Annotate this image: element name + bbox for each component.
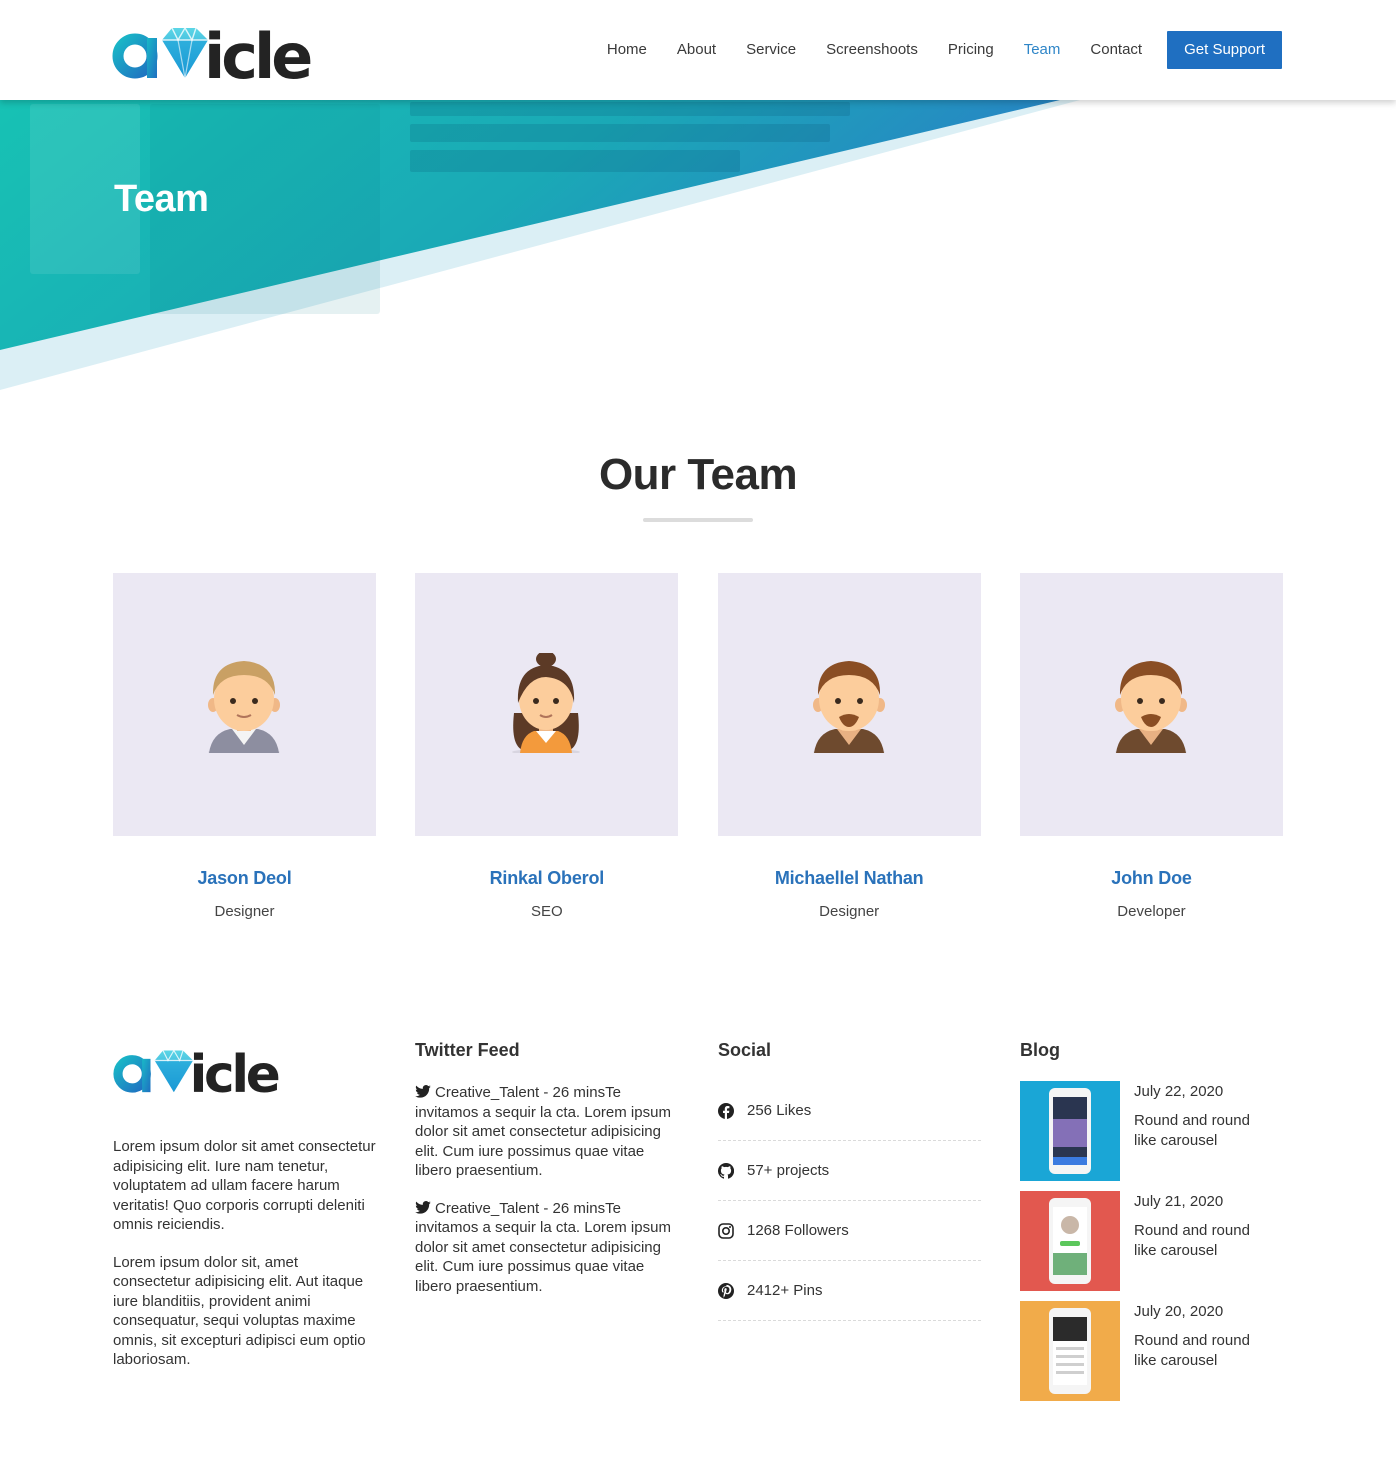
nav-service[interactable]: Service <box>746 31 796 69</box>
social-list: 256 Likes 57+ projects 1268 Followers 24… <box>718 1081 981 1321</box>
blog-title[interactable]: Round and round like carousel <box>1134 1111 1274 1150</box>
member-role: Designer <box>214 903 275 920</box>
social-label: 57+ projects <box>747 1162 830 1179</box>
title-underline <box>643 518 753 522</box>
blog-post[interactable]: July 20, 2020 Round and round like carou… <box>1020 1301 1283 1401</box>
banner-background <box>0 100 1080 390</box>
member-role: Designer <box>819 903 880 920</box>
social-label: 256 Likes <box>747 1102 812 1119</box>
blog-list: July 22, 2020 Round and round like carou… <box>1020 1081 1283 1401</box>
page-banner: Team <box>0 100 1396 400</box>
page-title: Team <box>114 178 209 220</box>
tweet-text: Creative_Talent - 26 minsTe invitamos a … <box>415 1084 671 1179</box>
member-name[interactable]: Rinkal Oberol <box>415 868 678 889</box>
get-support-button[interactable]: Get Support <box>1167 31 1282 69</box>
member-role: Developer <box>1117 903 1186 920</box>
social-item-pinterest[interactable]: 2412+ Pins <box>718 1261 981 1321</box>
blog-thumbnail[interactable] <box>1020 1191 1120 1291</box>
svg-text:icle: icle <box>190 1045 279 1098</box>
blog-date: July 22, 2020 <box>1134 1083 1224 1100</box>
footer-social: Social 256 Likes 57+ projects 1268 Follo… <box>718 1038 981 1321</box>
blog-title[interactable]: Round and round like carousel <box>1134 1331 1274 1370</box>
section-title: Our Team <box>598 450 798 499</box>
man-beard-avatar <box>812 661 885 753</box>
footer-logo[interactable]: icle <box>113 1038 313 1105</box>
footer-twitter: Twitter Feed Creative_Talent - 26 minsTe… <box>415 1038 677 1296</box>
blog-post[interactable]: July 22, 2020 Round and round like carou… <box>1020 1081 1283 1181</box>
github-icon <box>718 1162 734 1179</box>
tweet[interactable]: Creative_Talent - 26 minsTe invitamos a … <box>415 1083 677 1181</box>
man-beard-avatar <box>1114 661 1187 753</box>
social-item-facebook[interactable]: 256 Likes <box>718 1081 981 1141</box>
nav-about[interactable]: About <box>677 31 716 69</box>
team-member-card[interactable]: John Doe Developer <box>1019 573 1283 920</box>
blog-heading: Blog <box>1020 1040 1060 1060</box>
footer-about: icle Lorem ipsum dolor sit amet consecte… <box>113 1038 378 1370</box>
brand-logo[interactable]: icle <box>112 14 352 84</box>
blog-thumbnail[interactable] <box>1020 1081 1120 1181</box>
woman-brunette-avatar <box>512 653 581 753</box>
tweet-text: Creative_Talent - 26 minsTe invitamos a … <box>415 1199 671 1295</box>
member-name[interactable]: Jason Deol <box>113 868 376 889</box>
about-paragraph: Lorem ipsum dolor sit amet consectetur a… <box>113 1138 376 1233</box>
main-nav: Home About Service Screenshoots Pricing … <box>577 31 1282 69</box>
member-photo <box>113 573 376 836</box>
pinterest-icon <box>718 1282 734 1299</box>
blog-thumbnail[interactable] <box>1020 1301 1120 1401</box>
nav-screenshoots[interactable]: Screenshoots <box>826 31 918 69</box>
social-label: 1268 Followers <box>747 1222 849 1239</box>
about-paragraph: Lorem ipsum dolor sit, amet consectetur … <box>113 1253 366 1369</box>
man-blond-avatar <box>208 661 280 753</box>
instagram-icon <box>718 1222 734 1239</box>
tweet[interactable]: Creative_Talent - 26 minsTe invitamos a … <box>415 1199 677 1297</box>
social-item-instagram[interactable]: 1268 Followers <box>718 1201 981 1261</box>
member-role: SEO <box>530 903 563 920</box>
team-grid: Jason Deol Designer Rinkal Oberol SEO Mi… <box>113 573 1283 920</box>
member-photo <box>1019 573 1283 836</box>
nav-home[interactable]: Home <box>607 31 647 69</box>
blog-post[interactable]: July 21, 2020 Round and round like carou… <box>1020 1191 1283 1291</box>
blog-title[interactable]: Round and round like carousel <box>1134 1221 1274 1260</box>
twitter-icon <box>415 1200 431 1214</box>
nav-team[interactable]: Team <box>1024 31 1061 69</box>
member-photo <box>717 573 981 836</box>
nav-pricing[interactable]: Pricing <box>948 31 994 69</box>
footer-blog: Blog July 22, 2020 Round and round like … <box>1020 1038 1283 1411</box>
social-item-github[interactable]: 57+ projects <box>718 1141 981 1201</box>
twitter-heading: Twitter Feed <box>415 1040 520 1060</box>
social-label: 2412+ Pins <box>747 1282 823 1299</box>
facebook-icon <box>718 1102 734 1119</box>
svg-text:icle: icle <box>204 20 311 84</box>
member-photo <box>415 573 679 836</box>
member-name[interactable]: Michaellel Nathan <box>718 868 981 889</box>
blog-date: July 21, 2020 <box>1134 1193 1224 1210</box>
member-name[interactable]: John Doe <box>1020 868 1283 889</box>
blog-date: July 20, 2020 <box>1134 1303 1224 1320</box>
team-member-card[interactable]: Rinkal Oberol SEO <box>415 573 679 920</box>
team-member-card[interactable]: Michaellel Nathan Designer <box>717 573 981 920</box>
team-member-card[interactable]: Jason Deol Designer <box>113 573 376 920</box>
social-heading: Social <box>718 1040 772 1060</box>
twitter-icon <box>415 1085 431 1098</box>
nav-contact[interactable]: Contact <box>1090 31 1142 69</box>
site-header: icle Home About Service Screenshoots Pri… <box>0 0 1396 100</box>
